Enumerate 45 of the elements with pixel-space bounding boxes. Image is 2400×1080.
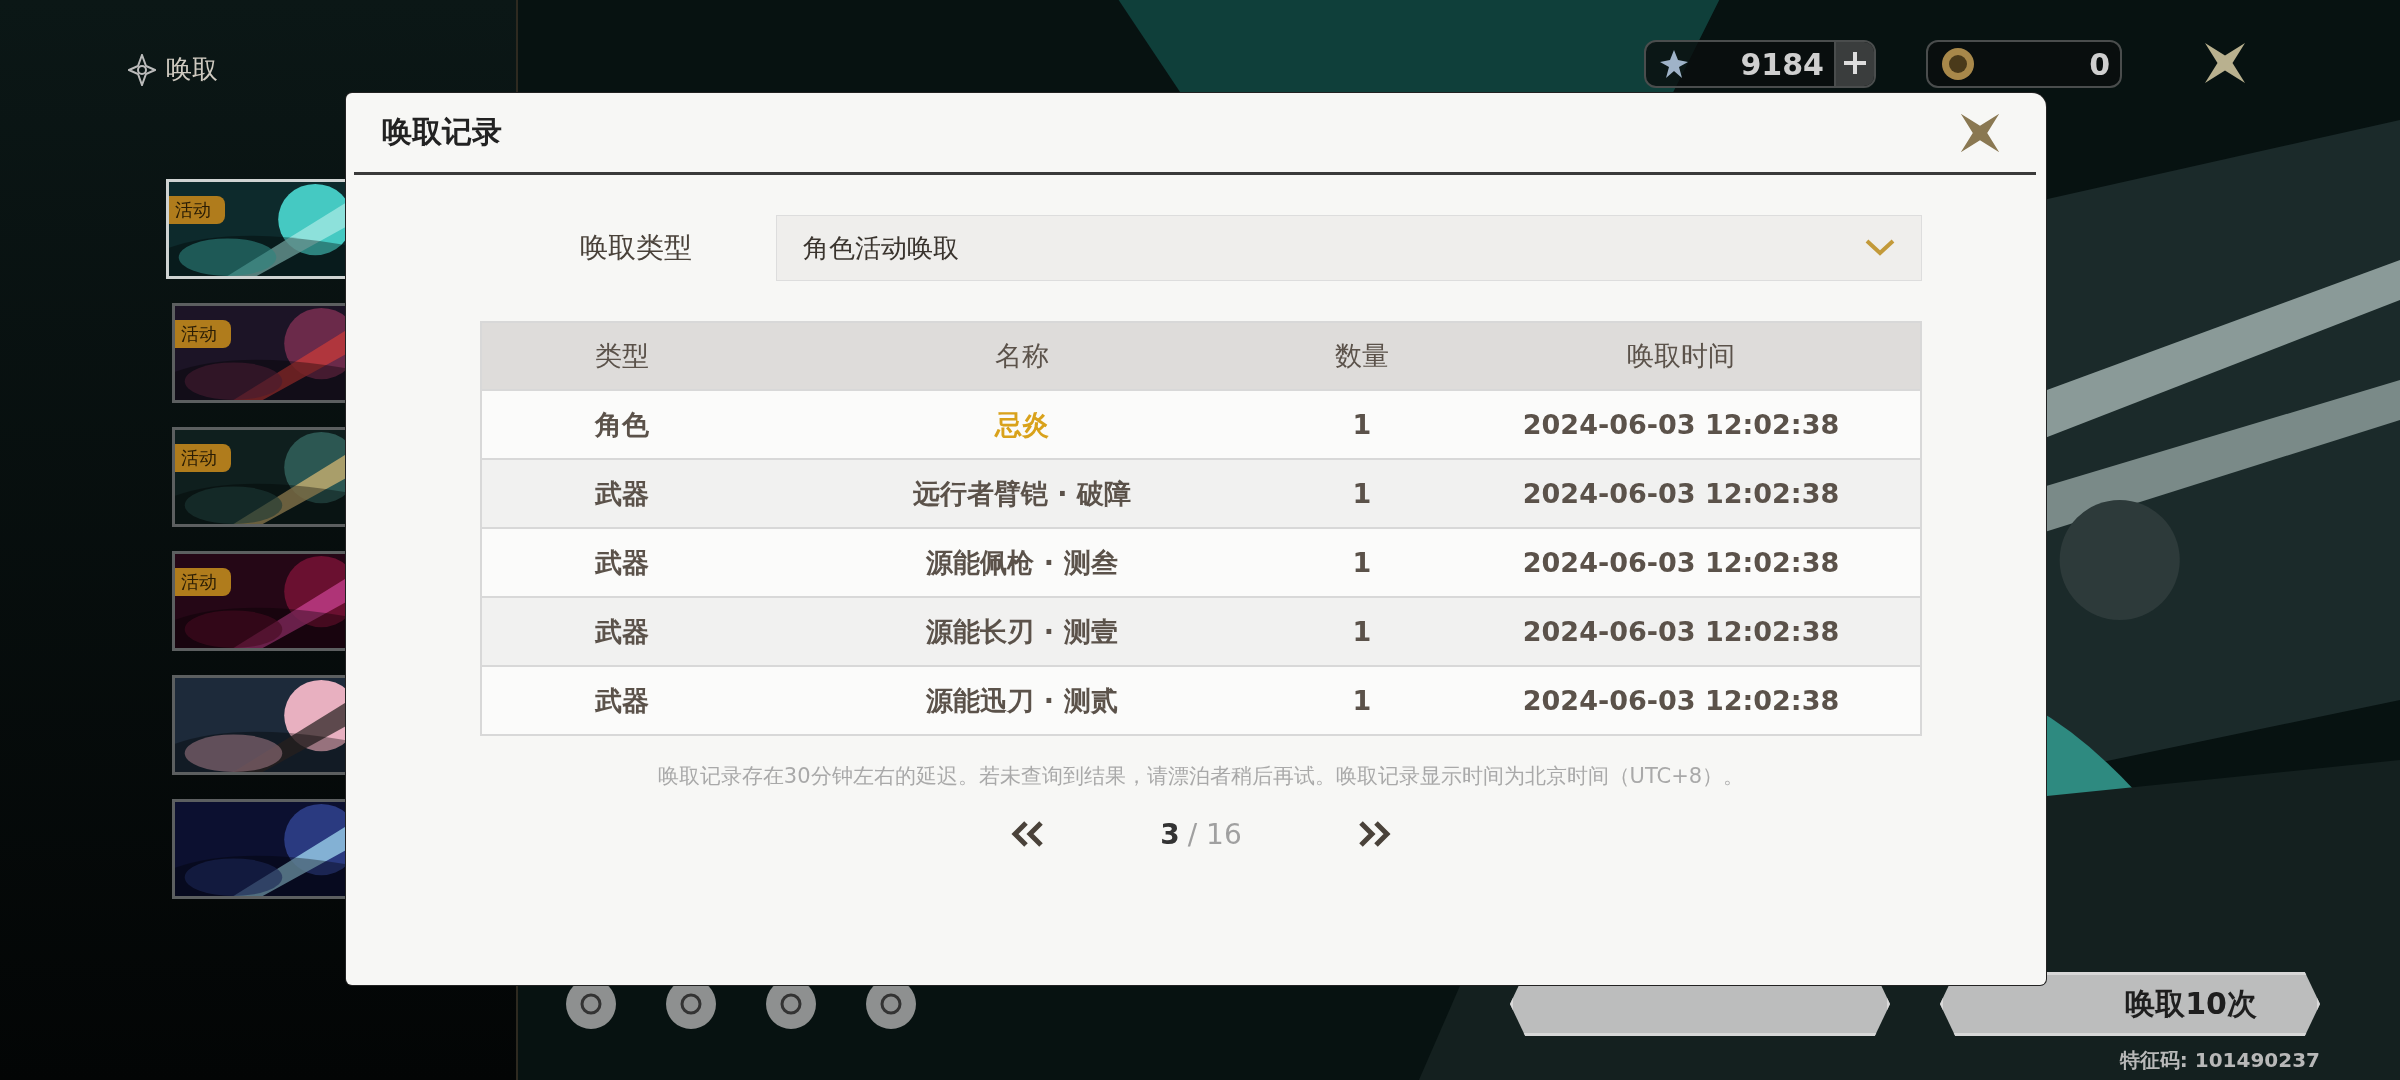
- column-header: 名称: [994, 339, 1050, 373]
- table-cell-text: 2024-06-03 12:02:38: [1521, 616, 1841, 647]
- table-cell-text: 1: [1351, 547, 1373, 578]
- column-header: 唤取时间: [1626, 339, 1736, 373]
- table-cell-text: 角色: [593, 407, 650, 442]
- currency-amount: 9184: [1739, 46, 1825, 82]
- table-cell-text: 2024-06-03 12:02:38: [1521, 409, 1841, 440]
- type-dropdown[interactable]: 角色活动唤取: [776, 215, 1922, 281]
- table-cell-text: 源能佩枪 · 测叁: [925, 545, 1119, 580]
- column-header: 数量: [1334, 339, 1390, 373]
- table-cell-text: 源能迅刀 · 测贰: [925, 683, 1119, 718]
- current-page: 3: [1160, 817, 1180, 851]
- table-cell-text: 源能长刃 · 测壹: [925, 614, 1119, 649]
- compass-icon: [128, 53, 156, 86]
- dialog-title: 唤取记录: [382, 113, 502, 151]
- table-cell-text: 武器: [594, 614, 650, 649]
- table-cell-text: 1: [1351, 685, 1373, 716]
- table-cell-text: 武器: [594, 683, 650, 718]
- star-crystal-icon: [1658, 48, 1690, 80]
- event-tag: 活动: [175, 320, 231, 348]
- event-tag: 活动: [175, 444, 231, 472]
- plus-icon: [1844, 52, 1866, 74]
- table-cell-text: 2024-06-03 12:02:38: [1521, 547, 1841, 578]
- chevron-down-icon: [1865, 239, 1895, 257]
- table-cell-text: 远行者臂铠 · 破障: [911, 476, 1133, 511]
- coin-icon: [1940, 46, 1976, 82]
- table-cell-text: 忌炎: [993, 407, 1050, 442]
- filter-label: 唤取类型: [580, 230, 692, 266]
- add-button[interactable]: [1834, 42, 1874, 86]
- table-cell-text: 2024-06-03 12:02:38: [1521, 685, 1841, 716]
- table-cell-text: 1: [1351, 409, 1373, 440]
- table-cell-text: 武器: [594, 476, 650, 511]
- column-header: 类型: [594, 339, 650, 373]
- currency-amount: 0: [2088, 46, 2111, 82]
- event-tag: 活动: [175, 568, 231, 596]
- feature-code: 特征码: 101490237: [2118, 1047, 2321, 1074]
- total-pages: / 16: [1187, 817, 1242, 851]
- table-cell-text: 2024-06-03 12:02:38: [1521, 478, 1841, 509]
- event-tag: 活动: [169, 196, 225, 224]
- delay-note: 唤取记录存在30分钟左右的延迟。若未查询到结果，请漂泊者稍后再试。唤取记录显示时间为北京时间（UTC+8）。: [657, 763, 1745, 790]
- table-cell-text: 1: [1351, 616, 1373, 647]
- pull-button[interactable]: 唤取10次: [1940, 972, 2320, 1036]
- page-title: 唤取: [166, 53, 218, 86]
- table-cell-text: 武器: [594, 545, 650, 580]
- table-cell-text: 1: [1351, 478, 1373, 509]
